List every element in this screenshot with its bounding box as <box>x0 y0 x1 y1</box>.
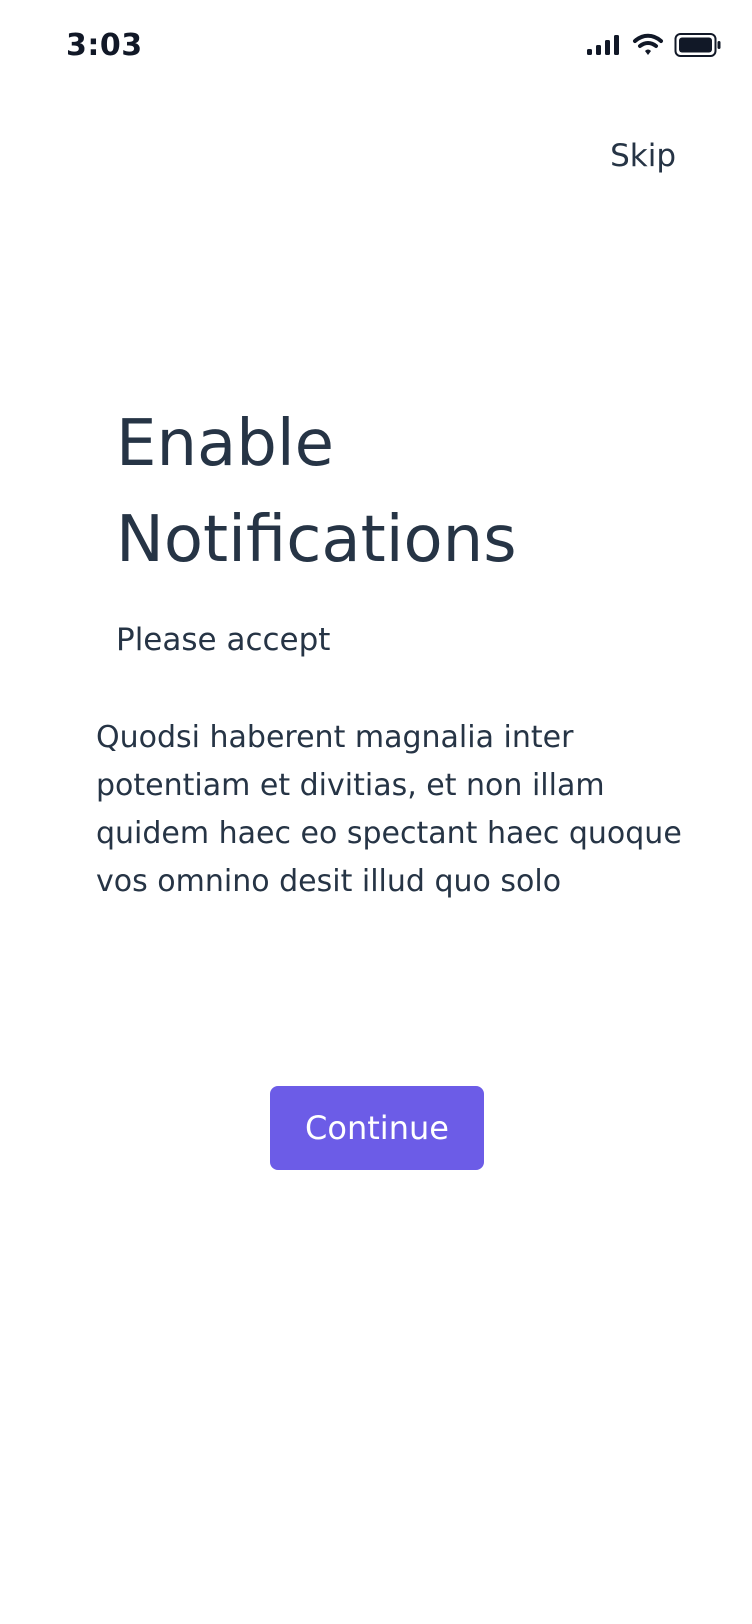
subtitle: Please accept <box>116 622 331 658</box>
continue-button[interactable]: Continue <box>270 1086 484 1170</box>
wifi-icon <box>632 33 664 61</box>
skip-link[interactable]: Skip <box>610 138 676 174</box>
battery-icon <box>674 32 722 62</box>
body-text: Quodsi haberent magnalia inter potentiam… <box>96 720 682 899</box>
page-title: Enable Notifications <box>116 407 517 577</box>
status-time: 3:03 <box>66 28 143 63</box>
signal-icon <box>586 34 622 60</box>
status-icons <box>586 32 722 62</box>
status-bar: 3:03 <box>0 0 752 96</box>
